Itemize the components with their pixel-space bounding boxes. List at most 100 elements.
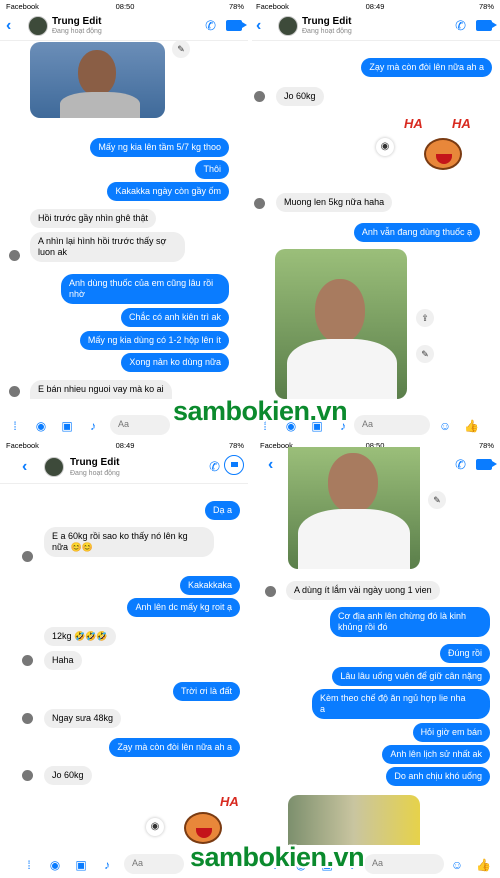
contact-name[interactable]: Trung Edit [70,457,119,468]
video-call-icon[interactable] [224,455,244,475]
status-bar: Facebook 08:49 78% [0,439,250,452]
camera-button[interactable]: ◉ [146,818,164,836]
message-outgoing[interactable]: Do anh chịu khó uống [386,767,490,786]
sticker-text: HA [404,116,423,131]
message-outgoing[interactable]: Kakakkaka [179,576,240,595]
message-incoming[interactable]: A dùng ít lắm vài ngày uong 1 vien [286,581,440,600]
edit-icon[interactable]: ✎ [416,345,434,363]
message-outgoing[interactable]: Anh vẫn đang dùng thuốc ạ [353,223,480,242]
phone-icon[interactable]: ✆ [209,459,220,475]
status-bar: Facebook 08:49 78% [250,0,500,13]
chat-panel-2: Facebook 08:49 78% ‹ Trung Edit Đang hoạ… [250,0,500,439]
message-input[interactable]: Aa [364,854,444,874]
message-outgoing[interactable]: Zạy mà còn đòi lên nữa ah a [361,58,492,77]
shared-photo[interactable] [288,795,420,845]
message-outgoing[interactable]: Mấy ng kia dùng có 1-2 hộp lên ít [79,331,229,350]
shared-photo[interactable] [30,42,165,118]
sender-avatar [22,713,33,724]
edit-icon[interactable]: ✎ [428,491,446,509]
phone-icon[interactable]: ✆ [455,457,466,473]
avatar[interactable] [278,16,298,36]
sticker-text: HA [452,116,471,131]
avatar[interactable] [44,457,64,477]
edit-icon[interactable]: ✎ [172,40,190,58]
message-line: a [320,704,326,714]
sender-avatar [9,386,20,397]
message-outgoing[interactable]: Cơ địa anh lên chừng đó là kinh khủng rồi… [330,607,490,637]
watermark-text: sambokien.vn [173,396,348,426]
message-line: E a 60kg rồi sao ko thấy nó lên kg [52,531,188,541]
message-incoming[interactable]: E bán nhieu nguoi vay mà ko ai [30,380,172,399]
phone-icon[interactable]: ✆ [455,18,466,34]
message-outgoing[interactable]: Anh lên dc mấy kg roit ạ [127,598,240,617]
message-outgoing[interactable]: Lâu lâu uống vuên để giữ cân nặng [332,667,490,686]
message-outgoing[interactable]: Anh dùng thuốc của em cũng lâu rồi nhờ [61,274,229,304]
like-icon[interactable]: 👍 [476,858,491,872]
sticker-text: HA [220,794,239,809]
message-outgoing[interactable]: Đúng rồi [439,644,490,663]
status-battery: 78% [228,2,244,11]
message-outgoing[interactable]: Dạ a [204,501,240,520]
contact-name[interactable]: Trung Edit [302,16,351,27]
message-outgoing[interactable]: Zạy mà còn đòi lên nữa ah a [109,738,240,757]
chat-header: ‹ Trung Edit Đang hoạt động ✆ [0,452,250,484]
chat-header: ‹ Trung Edit Đang hoạt động ✆ [250,13,500,41]
message-incoming[interactable]: A nhìn lại hình hồi trước thấy sợ luon ak [30,232,185,262]
message-line: Anh dùng thuốc của em cũng lâu rồi [69,278,214,288]
shared-photo[interactable] [288,447,420,569]
camera-button[interactable]: ◉ [376,138,394,156]
sender-avatar [22,551,33,562]
sender-avatar [22,770,33,781]
panel-divider [248,0,252,878]
back-icon[interactable]: ‹ [256,17,261,35]
message-incoming[interactable]: Ngay sưa 48kg [44,709,122,728]
status-battery: 78% [478,2,494,11]
message-incoming[interactable]: Hồi trước gầy nhìn ghê thật [30,209,156,228]
gallery-icon[interactable]: ▣ [74,858,88,872]
message-input[interactable]: Aa [124,854,184,874]
message-outgoing[interactable]: Kèm theo chế độ ăn ngủ hợp lie nha a [312,689,490,719]
message-incoming[interactable]: Jo 60kg [276,87,324,106]
video-call-icon[interactable] [476,459,497,470]
back-icon[interactable]: ‹ [6,17,11,35]
message-outgoing[interactable]: Xong nản ko dùng nữa [121,353,229,372]
message-outgoing[interactable]: Chắc có anh kiên trì ak [120,308,229,327]
video-call-icon[interactable] [226,20,247,31]
message-line: khủng rồi đó [338,622,388,632]
shared-photo[interactable] [275,249,407,399]
back-icon[interactable]: ‹ [22,458,27,476]
phone-icon[interactable]: ✆ [205,18,216,34]
contact-status: Đang hoạt động [70,470,120,477]
message-line: luon ak [38,247,68,257]
share-icon[interactable]: ⇪ [416,309,434,327]
message-outgoing[interactable]: Kakakka ngày còn gầy ốm [107,182,229,201]
status-battery: 78% [478,441,494,450]
chat-panel-1: Facebook 08:50 78% ‹ Trung Edit Đang hoạ… [0,0,250,439]
message-outgoing[interactable]: Mấy ng kia lên tầm 5/7 kg thoo [90,138,229,157]
message-incoming[interactable]: E a 60kg rồi sao ko thấy nó lên kg nữa 😊😊 [44,527,214,557]
message-line: nữa 😊😊 [52,542,93,552]
message-outgoing[interactable]: Anh lên lịch sử nhất ak [382,745,490,764]
status-battery: 78% [228,441,244,450]
menu-dots-icon[interactable]: ⁞ [22,858,36,872]
microphone-icon[interactable]: ♪ [100,858,114,872]
message-outgoing[interactable]: Hỏi giờ em bán [412,723,490,742]
back-icon[interactable]: ‹ [268,456,273,474]
message-incoming[interactable]: Haha [44,651,82,670]
contact-name[interactable]: Trung Edit [52,16,101,27]
message-incoming[interactable]: 12kg 🤣🤣🤣 [44,627,116,646]
laughing-dog-sticker[interactable]: HA HA [402,110,492,180]
emoji-icon[interactable]: ☺ [450,858,464,872]
watermark-text: sambokien.vn [190,842,365,872]
status-time: 08:50 [115,2,135,11]
chat-panel-3: Facebook 08:49 78% ‹ Trung Edit Đang hoạ… [0,439,250,878]
video-call-icon[interactable] [476,20,497,31]
message-outgoing[interactable]: Thôi [195,160,229,179]
avatar[interactable] [28,16,48,36]
message-incoming[interactable]: Jo 60kg [44,766,92,785]
message-incoming[interactable]: Muong len 5kg nữa haha [276,193,393,212]
message-line: Cơ địa anh lên chừng đó là kinh [338,611,467,621]
camera-icon[interactable]: ◉ [48,858,62,872]
contact-status: Đang hoạt động [302,28,352,35]
message-outgoing[interactable]: Trời ơi là đất [173,682,240,701]
